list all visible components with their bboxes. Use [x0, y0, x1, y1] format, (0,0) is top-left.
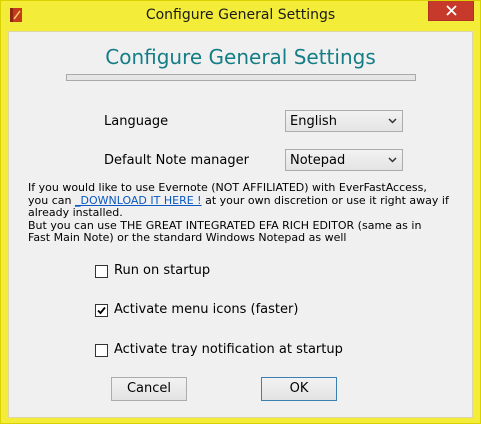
progress-bar — [66, 74, 416, 81]
info-line: Fast Main Note) or the standard Windows … — [28, 231, 347, 244]
note-manager-select[interactable]: Notepad — [285, 149, 403, 171]
chevron-down-icon — [388, 118, 397, 124]
activate-menu-icons-label: Activate menu icons (faster) — [114, 302, 299, 317]
info-text: at your own discretion or use it right a… — [201, 193, 449, 207]
close-button[interactable] — [428, 1, 474, 21]
note-manager-label: Default Note manager — [104, 153, 249, 168]
title-bar: Configure General Settings — [1, 1, 480, 31]
note-manager-value: Notepad — [290, 153, 346, 168]
settings-window: Configure General Settings Configure Gen… — [0, 0, 481, 424]
info-line: already installed. — [28, 206, 123, 219]
tray-notification-label: Activate tray notification at startup — [114, 342, 343, 357]
chevron-down-icon — [388, 157, 397, 163]
close-icon — [446, 5, 457, 16]
tray-notification-checkbox[interactable] — [95, 344, 108, 357]
run-on-startup-checkbox[interactable] — [95, 265, 108, 278]
download-link[interactable]: _DOWNLOAD IT HERE ! — [75, 194, 202, 207]
checkmark-icon — [97, 306, 106, 315]
language-label: Language — [104, 114, 169, 129]
ok-button[interactable]: OK — [261, 377, 337, 401]
run-on-startup-label: Run on startup — [114, 263, 211, 278]
page-title: Configure General Settings — [105, 45, 376, 69]
dialog-body: Configure General Settings Language Engl… — [8, 31, 473, 418]
activate-menu-icons-checkbox[interactable] — [95, 304, 108, 317]
cancel-button[interactable]: Cancel — [111, 377, 187, 401]
language-value: English — [290, 114, 337, 129]
language-select[interactable]: English — [285, 110, 403, 132]
info-text: you can — [28, 193, 75, 207]
evernote-info-text: If you would like to use Evernote (NOT A… — [28, 181, 468, 245]
window-title: Configure General Settings — [145, 7, 336, 23]
